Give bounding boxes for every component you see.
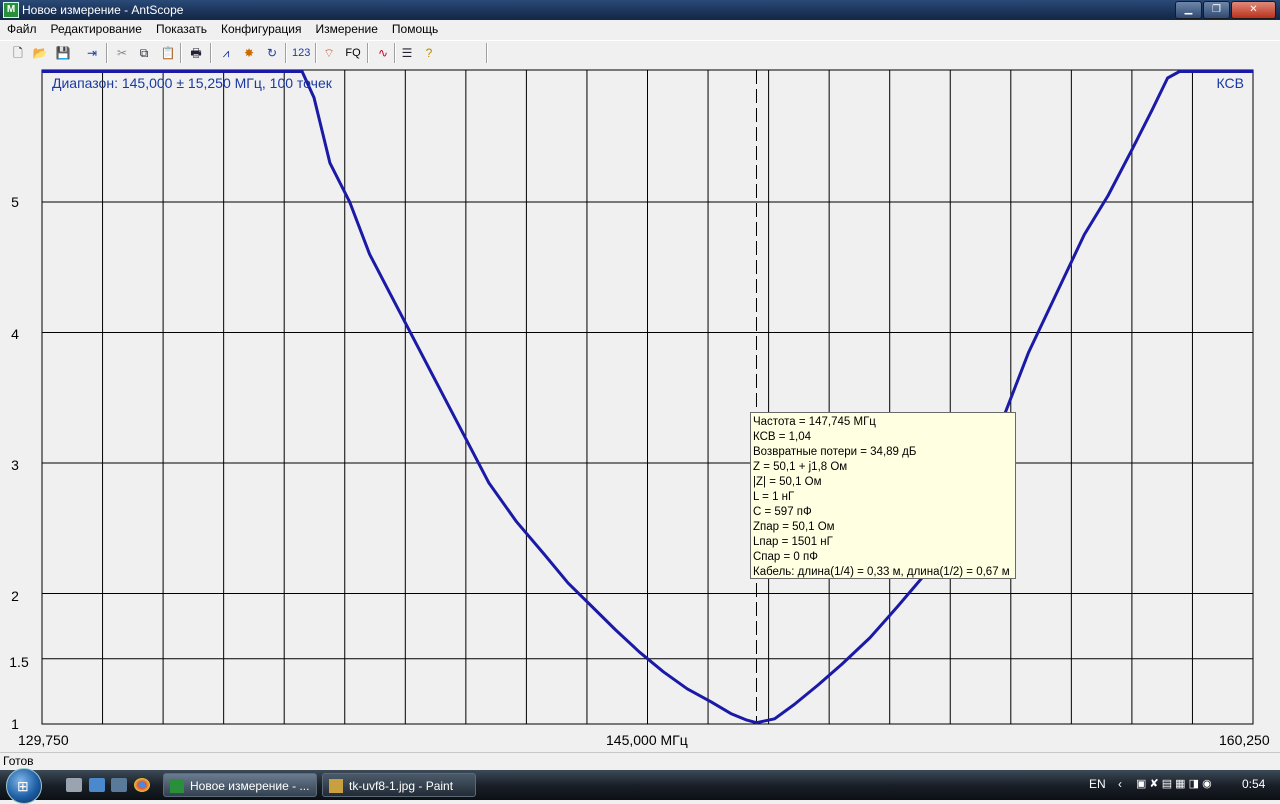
- tooltip-swr: КСВ = 1,04: [753, 431, 812, 443]
- y-tick-label: 5: [11, 194, 19, 210]
- cut-icon[interactable]: ✂: [113, 44, 131, 62]
- refresh-icon[interactable]: ↻: [263, 44, 281, 62]
- menu-measurement[interactable]: Измерение: [308, 20, 384, 39]
- toolbar-separator: [285, 43, 287, 63]
- minimize-button[interactable]: ▁: [1175, 1, 1202, 19]
- numbers-button[interactable]: 123: [292, 44, 310, 62]
- tooltip-parallel-capacitance: Cпар = 0 пФ: [753, 551, 818, 563]
- explorer-icon[interactable]: [111, 778, 127, 792]
- list-icon[interactable]: ☰: [398, 44, 416, 62]
- start-button[interactable]: ⊞: [6, 768, 42, 804]
- task-paint[interactable]: tk-uvf8-1.jpg - Paint: [322, 773, 476, 797]
- antscope-icon: [170, 779, 184, 793]
- tooltip-frequency: Частота = 147,745 МГц: [753, 416, 876, 428]
- toolbar-separator: [315, 43, 317, 63]
- toolbar-separator: [486, 43, 488, 63]
- taskbar: ⊞ Новое измерение - ... tk-uvf8-1.jpg - …: [0, 768, 1280, 804]
- title-bar: M Новое измерение - AntScope ▁ ❐ ✕: [0, 0, 1280, 20]
- tooltip-return-loss: Возвратные потери = 34,89 дБ: [753, 446, 917, 458]
- tooltip-impedance-magnitude: |Z| = 50,1 Ом: [753, 476, 822, 488]
- y-tick-label: 4: [11, 326, 19, 342]
- menu-bar: Файл Редактирование Показать Конфигураци…: [0, 20, 1280, 39]
- swr-chart[interactable]: Диапазон: 145,000 ± 15,250 МГц, 100 точе…: [0, 66, 1280, 752]
- task-antscope[interactable]: Новое измерение - ...: [163, 773, 317, 797]
- menu-view[interactable]: Показать: [149, 20, 214, 39]
- tooltip-parallel-inductance: Lпар = 1501 нГ: [753, 536, 833, 548]
- paint-icon: [329, 779, 343, 793]
- tray-icons[interactable]: ▣ ✘ ▤ ▦ ◨ ◉: [1136, 777, 1212, 790]
- toolbar-separator: [106, 43, 108, 63]
- tooltip-impedance: Z = 50,1 + j1,8 Ом: [753, 461, 848, 473]
- task-antscope-label: Новое измерение - ...: [190, 779, 310, 793]
- open-folder-icon[interactable]: 📂: [31, 44, 49, 62]
- language-indicator[interactable]: EN: [1089, 777, 1106, 791]
- window-title: Новое измерение - AntScope: [22, 3, 184, 17]
- copy-icon[interactable]: ⧉: [135, 44, 153, 62]
- help-icon[interactable]: ?: [420, 44, 438, 62]
- tooltip-cable-length: Кабель: длина(1/4) = 0,33 м, длина(1/2) …: [753, 566, 1010, 578]
- task-paint-label: tk-uvf8-1.jpg - Paint: [349, 779, 454, 793]
- fq-button[interactable]: FQ: [344, 44, 362, 62]
- y-tick-label: 2: [11, 588, 19, 604]
- show-desktop-icon[interactable]: [66, 778, 82, 792]
- tooltip-parallel-impedance: Zпар = 50,1 Ом: [753, 521, 835, 533]
- toolbar: 🗋 📂 💾 ⇥ ✂ ⧉ 📋 🖶 ⩘ ✸ ↻ 123 ⌔ FQ ∿ ☰ ?: [0, 40, 1280, 67]
- toolbar-separator: [367, 43, 369, 63]
- antenna-icon[interactable]: ⌔: [320, 44, 338, 62]
- chart-canvas[interactable]: [0, 66, 1280, 752]
- menu-edit[interactable]: Редактирование: [44, 20, 149, 39]
- toolbar-separator: [394, 43, 396, 63]
- chart-icon[interactable]: ⩘: [217, 44, 235, 62]
- tooltip-capacitance: C = 597 пФ: [753, 506, 812, 518]
- toolbar-separator: [210, 43, 212, 63]
- x-tick-center: 145,000 МГц: [606, 732, 688, 748]
- print-icon[interactable]: 🖶: [187, 44, 205, 62]
- status-text: Готов: [3, 754, 34, 768]
- clock[interactable]: 0:54: [1242, 777, 1265, 791]
- range-label: Диапазон: 145,000 ± 15,250 МГц, 100 точе…: [52, 75, 332, 91]
- status-bar: Готов: [0, 752, 1280, 771]
- app-icon: M: [3, 2, 19, 18]
- save-disk-icon[interactable]: 💾: [54, 44, 72, 62]
- close-button[interactable]: ✕: [1231, 1, 1276, 19]
- menu-configuration[interactable]: Конфигурация: [214, 20, 309, 39]
- toolbar-separator: [180, 43, 182, 63]
- new-file-icon[interactable]: 🗋: [9, 44, 27, 62]
- windows-logo-icon: ⊞: [17, 778, 29, 794]
- chrome-icon[interactable]: [134, 778, 150, 792]
- switch-windows-icon[interactable]: [89, 778, 105, 792]
- x-tick-right: 160,250: [1219, 732, 1270, 748]
- x-tick-left: 129,750: [18, 732, 69, 748]
- paste-icon[interactable]: 📋: [159, 44, 177, 62]
- maximize-button[interactable]: ❐: [1203, 1, 1230, 19]
- tray-expand-icon[interactable]: ‹: [1118, 777, 1122, 791]
- tooltip-inductance: L = 1 нГ: [753, 491, 795, 503]
- menu-help[interactable]: Помощь: [385, 20, 445, 39]
- y-tick-label: 3: [11, 457, 19, 473]
- menu-file[interactable]: Файл: [0, 20, 44, 39]
- marker-tooltip: Частота = 147,745 МГц КСВ = 1,04 Возврат…: [750, 412, 1016, 579]
- y-tick-label: 1: [11, 716, 19, 732]
- star-marker-icon[interactable]: ✸: [240, 44, 258, 62]
- y-tick-label: 1.5: [9, 654, 29, 670]
- export-icon[interactable]: ⇥: [83, 44, 101, 62]
- curve-icon[interactable]: ∿: [374, 44, 392, 62]
- unit-label: КСВ: [1216, 75, 1244, 91]
